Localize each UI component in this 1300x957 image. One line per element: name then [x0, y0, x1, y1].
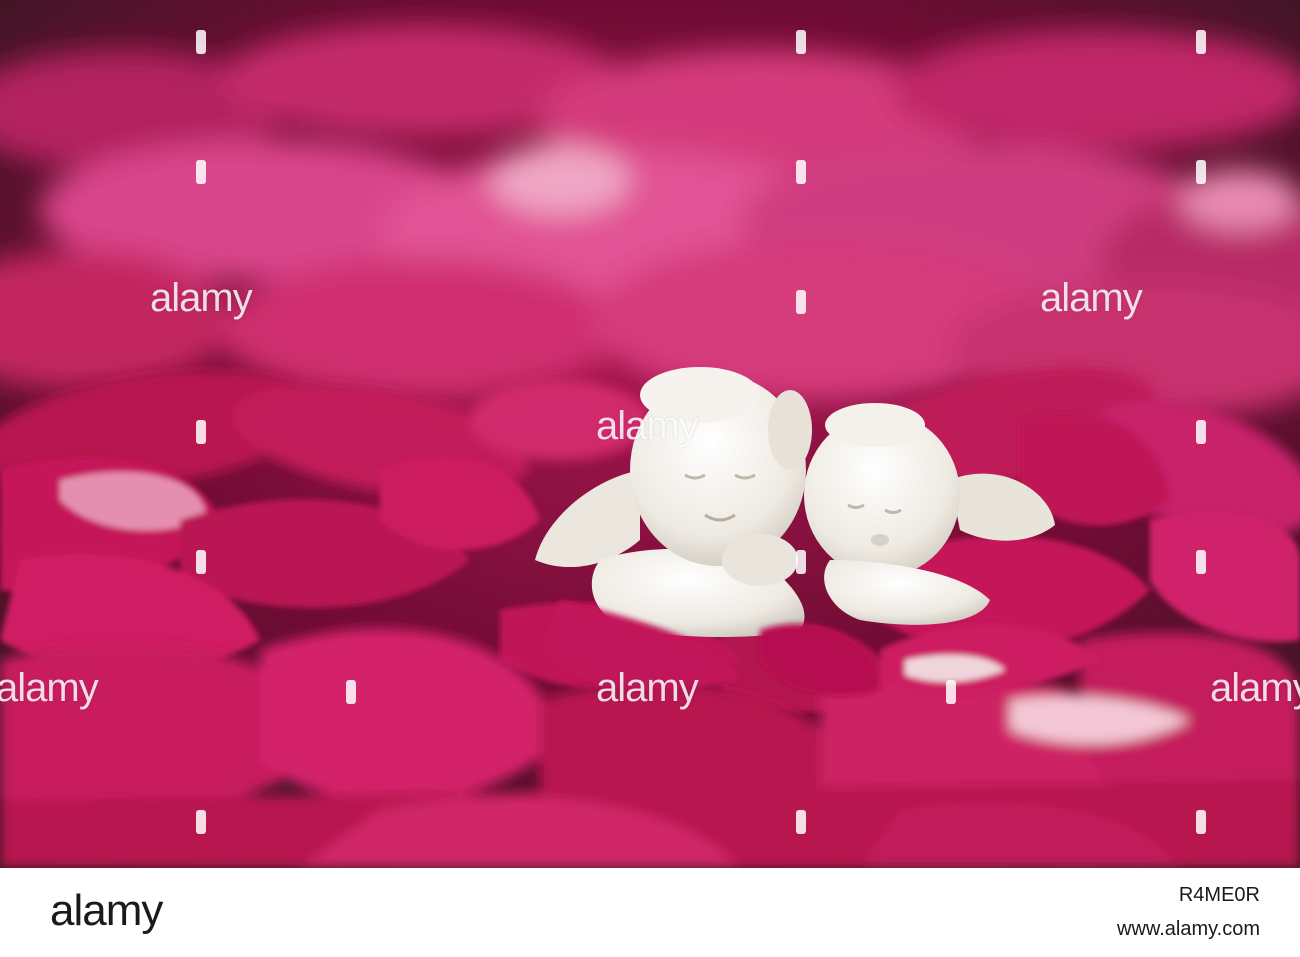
watermark-mark — [796, 290, 806, 314]
watermark-mark — [1196, 550, 1206, 574]
footer-bar: alamy R4ME0R www.alamy.com — [0, 868, 1300, 957]
watermark-mark — [796, 160, 806, 184]
watermark-mark — [1196, 810, 1206, 834]
watermark-text: alamy — [596, 404, 699, 448]
image-id: R4ME0R — [1178, 884, 1260, 906]
footer-info: R4ME0R www.alamy.com — [1117, 878, 1260, 946]
watermark-mark — [796, 810, 806, 834]
watermark-mark — [1196, 160, 1206, 184]
watermark-text: alamy — [1210, 666, 1300, 710]
watermark-mark — [1196, 420, 1206, 444]
watermark-mark — [196, 810, 206, 834]
watermark-mark — [796, 30, 806, 54]
watermark-text: alamy — [1040, 276, 1143, 320]
watermark-mark — [196, 160, 206, 184]
watermark-mark — [196, 30, 206, 54]
photo: alamy alamy alamy alamy alamy alamy — [0, 0, 1300, 868]
watermark-text: alamy — [0, 666, 99, 710]
watermark-mark — [946, 680, 956, 704]
watermark-text: alamy — [150, 276, 253, 320]
watermark-text: alamy — [596, 666, 699, 710]
background-petals — [0, 25, 1300, 420]
watermark-mark — [1196, 30, 1206, 54]
watermark-mark — [346, 680, 356, 704]
watermark-mark — [796, 550, 806, 574]
watermark-mark — [196, 420, 206, 444]
alamy-logo: alamy — [50, 886, 163, 935]
watermark-mark — [196, 550, 206, 574]
site-url: www.alamy.com — [1117, 918, 1260, 940]
